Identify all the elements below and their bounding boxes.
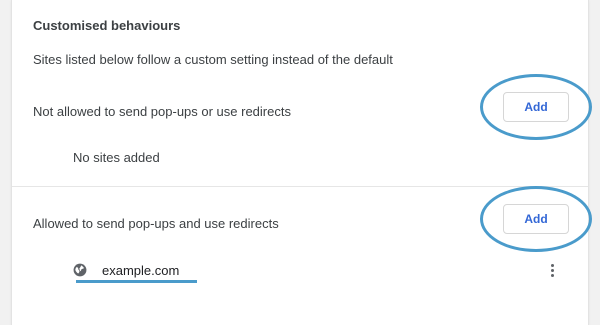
blocked-list-label: Not allowed to send pop-ups or use redir… — [33, 104, 291, 119]
more-actions-icon[interactable] — [548, 260, 556, 280]
allowed-list-label: Allowed to send pop-ups and use redirect… — [33, 216, 279, 231]
empty-list-message: No sites added — [73, 150, 160, 165]
annotation-underline — [76, 280, 197, 283]
section-description: Sites listed below follow a custom setti… — [33, 52, 393, 67]
site-list-item[interactable]: example.com — [73, 260, 179, 280]
site-settings-card: Customised behaviours Sites listed below… — [12, 0, 592, 325]
divider — [12, 186, 588, 187]
annotation-circle — [480, 74, 592, 140]
globe-icon — [73, 263, 87, 277]
section-title: Customised behaviours — [33, 18, 181, 33]
site-name: example.com — [102, 262, 180, 278]
annotation-circle — [480, 186, 592, 252]
